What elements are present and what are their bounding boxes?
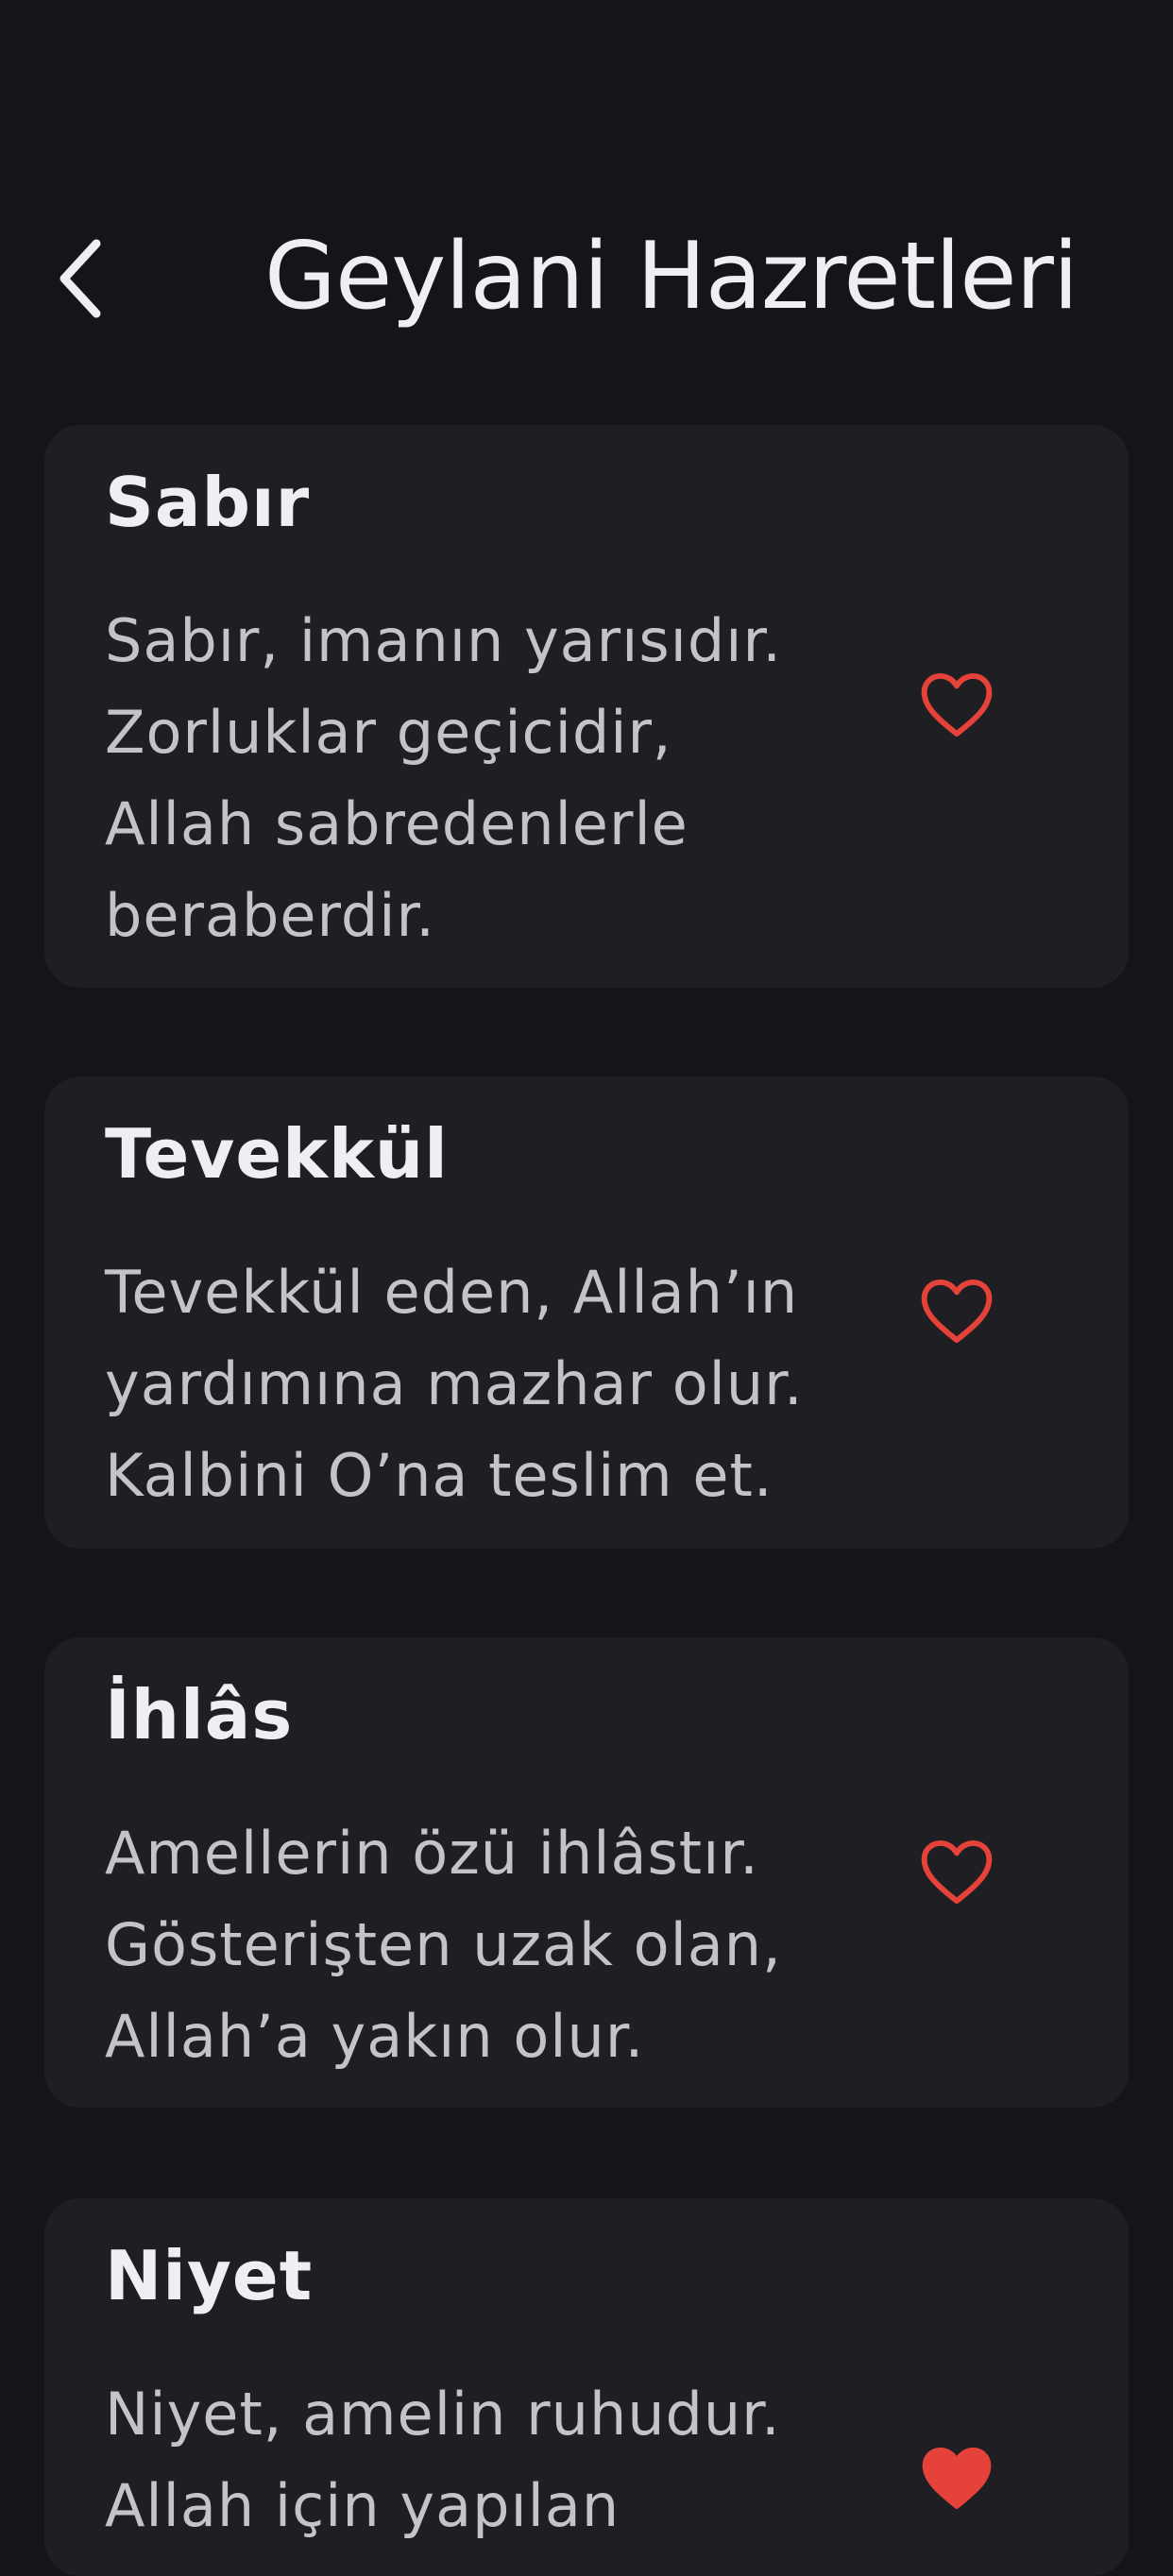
back-button[interactable] [57,227,151,330]
quote-card-ihlas: İhlâs Amellerin özü ihlâstır. Gösterişte… [44,1637,1129,2108]
favorite-button[interactable] [911,659,1002,750]
card-title: Sabır [105,463,311,542]
card-text: Amellerin özü ihlâstır. Gösterişten uzak… [105,1819,782,2071]
quote-card-tevekkul: Tevekkül Tevekkül eden, Allah’ın yardımı… [44,1076,1129,1549]
heart-outline-icon [921,1279,993,1344]
card-text: Niyet, amelin ruhudur. Allah için yapıla… [105,2380,781,2540]
quote-card-niyet: Niyet Niyet, amelin ruhudur. Allah için … [44,2198,1129,2576]
quote-card-sabir: Sabır Sabır, imanın yarısıdır. Zorluklar… [44,425,1129,988]
card-title: İhlâs [105,1675,294,1754]
card-text: Tevekkül eden, Allah’ın yardımına mazhar… [105,1258,804,1510]
favorite-button[interactable] [911,1826,1002,1917]
chevron-left-icon [60,239,101,318]
heart-filled-icon [922,2447,992,2510]
card-title: Tevekkül [105,1114,449,1194]
heart-outline-icon [921,1839,993,1905]
navigation-bar: Geylani Hazretleri ... [0,0,1173,406]
page-title: Geylani Hazretleri ... [264,225,1077,329]
favorite-button[interactable] [911,1265,1002,1356]
card-title: Niyet [105,2236,314,2315]
heart-outline-icon [921,672,993,737]
card-text: Sabır, imanın yarısıdır. Zorluklar geçic… [105,606,782,950]
favorite-button[interactable] [911,2432,1002,2523]
